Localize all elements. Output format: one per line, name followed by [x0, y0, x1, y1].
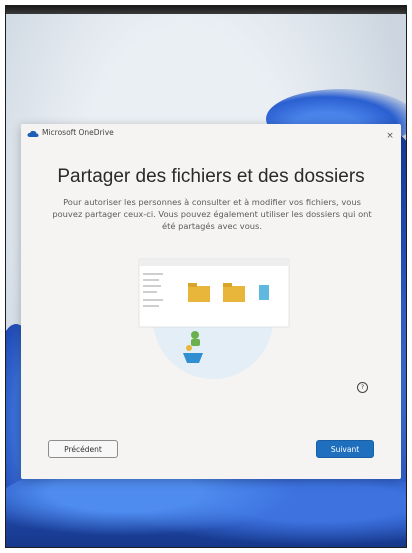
onedrive-cloud-icon — [27, 130, 39, 137]
sharing-illustration — [138, 258, 290, 379]
close-button[interactable]: × — [383, 129, 397, 143]
app-title: Microsoft OneDrive — [42, 128, 114, 137]
onedrive-setup-dialog: Microsoft OneDrive × Partager des fichie… — [21, 124, 401, 479]
next-button[interactable]: Suivant — [316, 440, 374, 458]
file-icon — [259, 285, 269, 300]
photo-frame: Microsoft OneDrive × Partager des fichie… — [5, 5, 407, 548]
dialog-description: Pour autoriser les personnes à consulter… — [52, 197, 372, 231]
dialog-titlebar: Microsoft OneDrive × — [21, 124, 401, 144]
monitor-bezel — [6, 6, 406, 14]
previous-button[interactable]: Précédent — [48, 440, 118, 458]
explorer-toolbar — [139, 259, 289, 266]
dialog-heading: Partager des fichiers et des dossiers — [57, 166, 365, 187]
help-icon[interactable]: ? — [357, 382, 368, 393]
close-icon: × — [386, 131, 394, 141]
